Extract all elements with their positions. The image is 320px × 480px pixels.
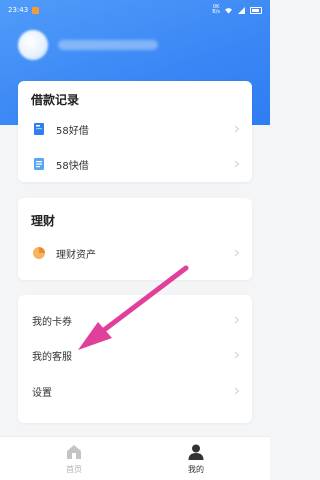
menu-item-settings[interactable]: 设置 — [18, 380, 252, 402]
menu-item-customer-service[interactable]: 我的客服 — [18, 344, 252, 366]
home-icon — [67, 445, 81, 459]
status-bar: 23:43 0K B/s — [0, 0, 270, 20]
settings-card: 我的卡券 我的客服 设置 — [18, 295, 252, 423]
menu-item-coupons[interactable]: 我的卡券 — [18, 309, 252, 331]
chevron-right-icon — [234, 387, 240, 395]
person-icon — [188, 444, 204, 460]
finance-item-assets[interactable]: 理财资产 — [18, 242, 252, 264]
user-profile[interactable] — [18, 30, 158, 60]
status-time: 23:43 — [8, 6, 29, 14]
loan-item-58kuaijie[interactable]: 58快借 — [18, 153, 252, 175]
chevron-right-icon — [234, 316, 240, 324]
finance-title: 理财 — [31, 214, 56, 228]
nav-label-home: 首页 — [66, 465, 82, 474]
finance-card: 理财 理财资产 — [18, 198, 252, 280]
status-indicators: 0K B/s — [212, 5, 262, 15]
loan-records-title: 借款记录 — [31, 93, 80, 107]
loan-item-58haojie[interactable]: 58好借 — [18, 118, 252, 140]
signal-icon — [238, 6, 245, 14]
loan-item-label: 58好借 — [56, 125, 89, 137]
chevron-right-icon — [234, 125, 240, 133]
pie-chart-icon — [33, 247, 45, 259]
chevron-right-icon — [234, 249, 240, 257]
nav-label-mine: 我的 — [188, 465, 204, 474]
finance-item-label: 理财资产 — [56, 249, 96, 261]
menu-item-label: 设置 — [32, 387, 52, 399]
menu-item-label: 我的卡券 — [32, 316, 72, 328]
wifi-icon — [225, 7, 232, 14]
loan-records-card: 借款记录 58好借 58快借 — [18, 81, 252, 182]
bottom-nav: 首页 我的 — [0, 436, 270, 480]
battery-icon — [250, 6, 262, 14]
chevron-right-icon — [234, 351, 240, 359]
nav-tab-mine[interactable]: 我的 — [166, 443, 226, 475]
user-name-blurred — [58, 40, 158, 50]
network-speed: 0K B/s — [212, 4, 220, 15]
avatar[interactable] — [18, 30, 48, 60]
notepad-icon — [34, 158, 44, 170]
loan-item-label: 58快借 — [56, 160, 89, 172]
book-icon — [34, 123, 44, 135]
chevron-right-icon — [234, 160, 240, 168]
menu-item-label: 我的客服 — [32, 351, 72, 363]
nav-tab-home[interactable]: 首页 — [44, 443, 104, 475]
notification-icon — [32, 6, 40, 14]
